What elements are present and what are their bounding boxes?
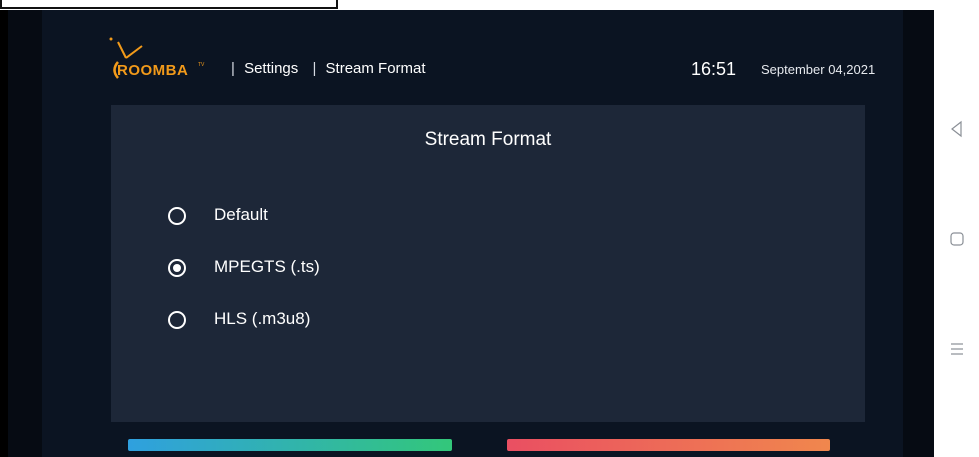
clock-date: September 04,2021	[761, 62, 876, 77]
logo-text: ROOMBA	[117, 62, 189, 79]
right-band	[903, 10, 934, 457]
radio-mpegts[interactable]	[168, 259, 186, 277]
breadcrumb-stream-format: Stream Format	[325, 60, 426, 77]
home-icon[interactable]	[948, 230, 966, 248]
logo-tm: TV	[198, 62, 205, 68]
option-label: HLS (.m3u8)	[214, 309, 311, 328]
clock-time: 16:51	[691, 59, 737, 79]
app-screen: ROOMBA TV | Settings | Stream Format 16:…	[8, 10, 934, 457]
left-band	[8, 10, 42, 457]
cancel-button[interactable]	[507, 439, 830, 451]
roomba-logo: ROOMBA TV	[106, 32, 206, 82]
option-mpegts[interactable]: MPEGTS (.ts)	[168, 257, 568, 285]
system-navbar	[934, 10, 979, 457]
radio-default[interactable]	[168, 207, 186, 225]
breadcrumb: | Settings | Stream Format	[231, 60, 426, 77]
option-label: MPEGTS (.ts)	[214, 257, 320, 276]
breadcrumb-settings[interactable]: Settings	[244, 60, 298, 77]
radio-hls[interactable]	[168, 311, 186, 329]
option-hls[interactable]: HLS (.m3u8)	[168, 309, 568, 337]
option-label: Default	[214, 205, 268, 224]
stream-format-panel: Stream Format Default MPEGTS (.ts) HLS (…	[111, 105, 865, 422]
back-icon[interactable]	[948, 120, 966, 138]
menu-icon[interactable]	[948, 340, 966, 358]
save-button[interactable]	[128, 439, 452, 451]
breadcrumb-separator: |	[231, 60, 235, 77]
top-frame	[0, 0, 338, 9]
breadcrumb-separator: |	[312, 60, 317, 77]
option-default[interactable]: Default	[168, 205, 568, 233]
screen-edge	[0, 10, 8, 457]
panel-title: Stream Format	[424, 129, 552, 150]
